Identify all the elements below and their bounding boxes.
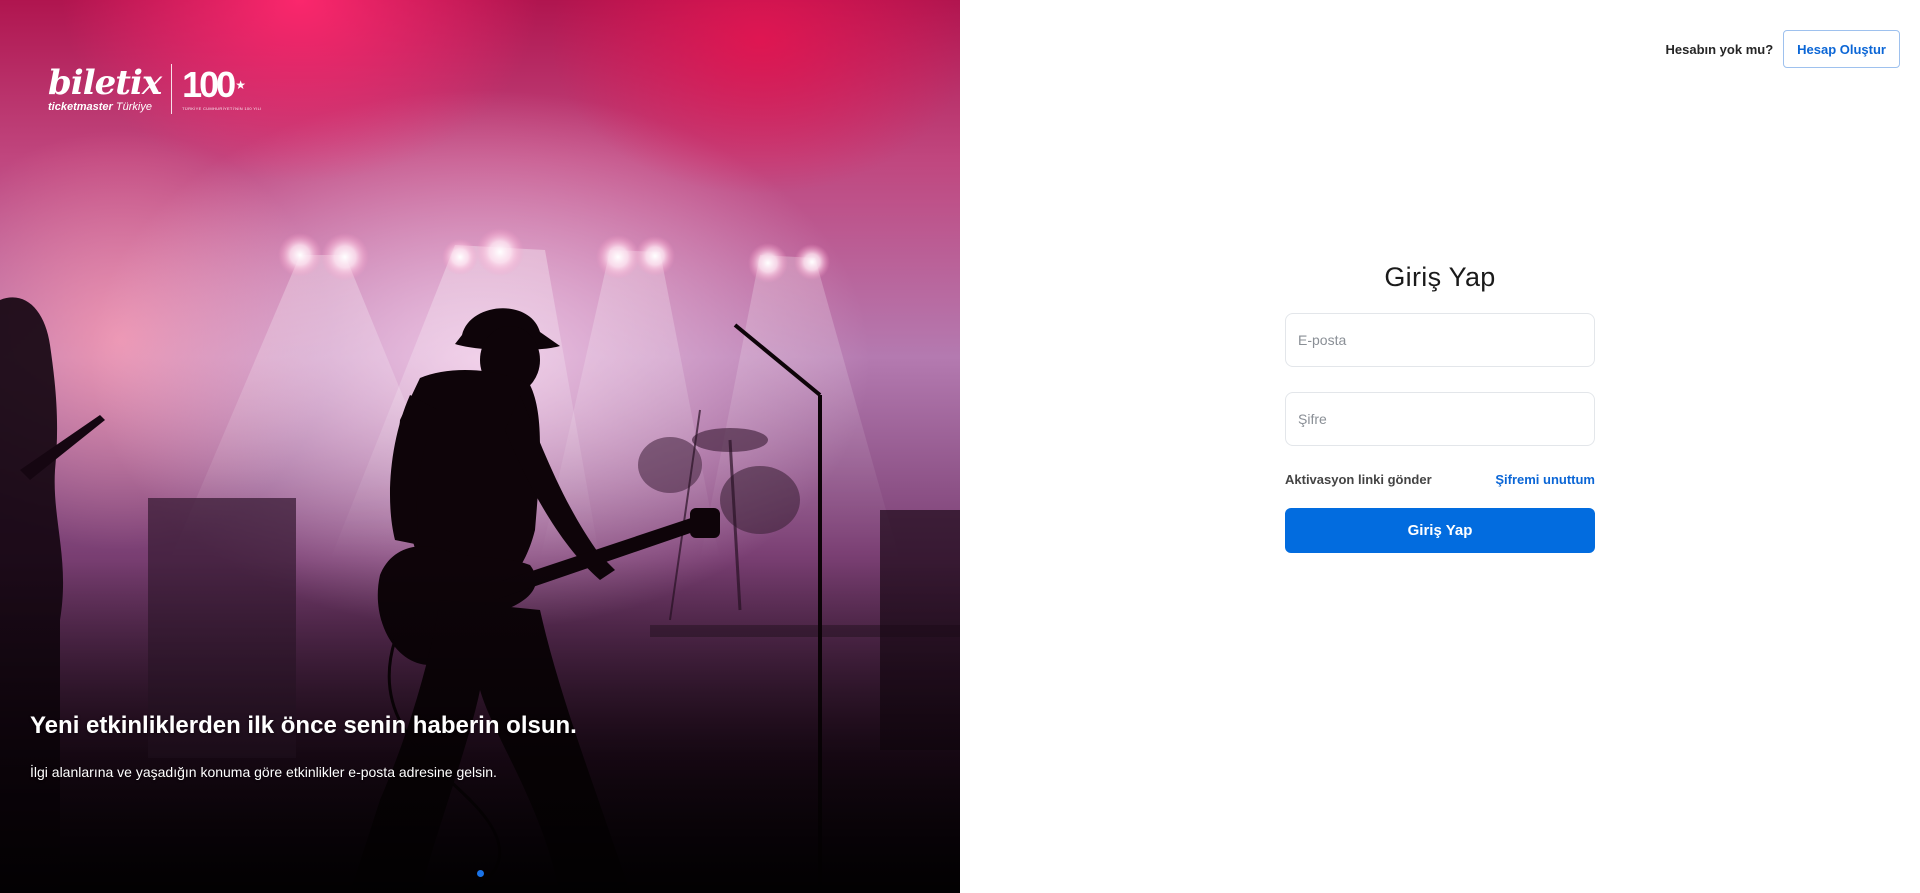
logo-sub-brand: ticketmaster Türkiye — [48, 100, 161, 113]
topbar: Hesabın yok mu? Hesap Oluştur — [1665, 30, 1900, 68]
slider-dots — [464, 870, 484, 877]
biletix-logo[interactable]: biletix ticketmaster Türkiye 100 ★ TÜRKİ… — [48, 64, 262, 114]
logo-brand-name: biletix — [48, 62, 162, 103]
star-icon: ★ — [235, 78, 246, 92]
forgot-password-link[interactable]: Şifremi unuttum — [1495, 472, 1595, 487]
login-title: Giriş Yap — [1384, 262, 1496, 292]
no-account-text: Hesabın yok mu? — [1665, 41, 1774, 57]
login-submit-button[interactable]: Giriş Yap — [1285, 508, 1595, 553]
hero-title: Yeni etkinliklerden ilk önce senin haber… — [30, 712, 577, 739]
centennial-number-wrap: 100 ★ — [182, 67, 246, 103]
send-activation-link[interactable]: Aktivasyon linki gönder — [1285, 472, 1432, 487]
centennial-caption: TÜRKİYE CUMHURİYETİ'NİN 100 YILI — [182, 106, 262, 111]
email-field[interactable] — [1285, 313, 1595, 367]
concert-photo — [0, 228, 960, 893]
login-form: Giriş Yap Aktivasyon linki gönder Şifrem… — [1285, 262, 1595, 553]
logo-divider — [171, 64, 173, 114]
logo-ticketmaster: ticketmaster — [48, 100, 113, 113]
hero-description: İlgi alanlarına ve yaşadığın konuma göre… — [30, 764, 497, 780]
logo-wordmark: biletix ticketmaster Türkiye — [48, 62, 162, 113]
hero-panel: biletix ticketmaster Türkiye 100 ★ TÜRKİ… — [0, 0, 960, 893]
logo-country: Türkiye — [115, 100, 152, 113]
centennial-logo: 100 ★ TÜRKİYE CUMHURİYETİ'NİN 100 YILI — [182, 67, 262, 112]
login-links: Aktivasyon linki gönder Şifremi unuttum — [1285, 472, 1595, 487]
create-account-button[interactable]: Hesap Oluştur — [1783, 30, 1900, 68]
centennial-number: 100 — [182, 64, 236, 105]
password-field[interactable] — [1285, 392, 1595, 446]
slider-dot-2[interactable] — [477, 870, 484, 877]
slider-dot-1[interactable] — [464, 870, 471, 877]
